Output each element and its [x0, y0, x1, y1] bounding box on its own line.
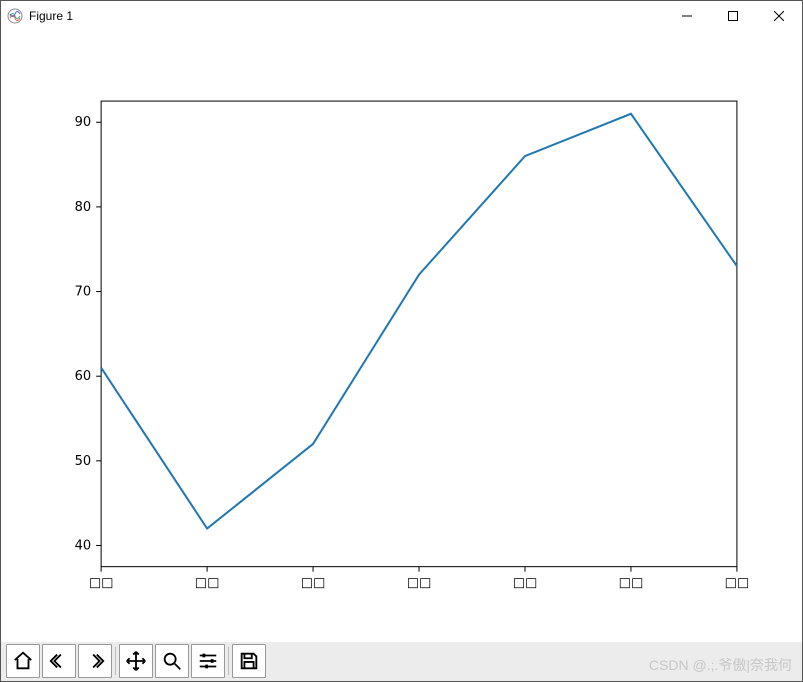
home-button[interactable] [7, 645, 39, 677]
pan-button[interactable] [120, 645, 152, 677]
y-tick-label: 90 [75, 115, 92, 130]
toolbar-separator [228, 647, 229, 675]
close-button[interactable] [756, 1, 802, 31]
back-arrow-icon [48, 650, 70, 672]
configure-subplots-button[interactable] [192, 645, 224, 677]
x-tick-label: □□ [407, 576, 432, 591]
save-icon [238, 650, 260, 672]
forward-button[interactable] [79, 645, 111, 677]
back-button[interactable] [43, 645, 75, 677]
home-icon [12, 650, 34, 672]
y-tick-label: 60 [75, 369, 92, 384]
x-tick-label: □□ [619, 576, 644, 591]
zoom-button[interactable] [156, 645, 188, 677]
app-icon [7, 8, 23, 24]
data-line-series [101, 114, 737, 529]
y-tick-label: 40 [75, 539, 92, 554]
sliders-icon [197, 650, 219, 672]
pan-icon [125, 650, 147, 672]
line-chart: 40 50 60 70 80 90 □□ □□ □□ □□ □□ □□ □□ [1, 31, 802, 642]
y-tick-label: 50 [75, 454, 92, 469]
y-tick-label: 80 [75, 200, 92, 215]
minimize-button[interactable] [664, 1, 710, 31]
chart-canvas[interactable]: 40 50 60 70 80 90 □□ □□ □□ □□ □□ □□ □□ [1, 31, 802, 642]
forward-arrow-icon [84, 650, 106, 672]
maximize-button[interactable] [710, 1, 756, 31]
matplotlib-toolbar: CSDN @.;.爷傲|奈我何 [1, 642, 802, 681]
watermark-text: CSDN @.;.爷傲|奈我何 [649, 655, 792, 675]
x-tick-label: □□ [725, 576, 750, 591]
save-button[interactable] [233, 645, 265, 677]
x-tick-label: □□ [513, 576, 538, 591]
window-titlebar: Figure 1 [1, 1, 802, 31]
x-tick-label: □□ [301, 576, 326, 591]
toolbar-separator [115, 647, 116, 675]
x-tick-label: □□ [195, 576, 220, 591]
zoom-icon [161, 650, 183, 672]
y-tick-label: 70 [75, 285, 92, 300]
window-title: Figure 1 [29, 9, 73, 23]
x-tick-label: □□ [89, 576, 114, 591]
